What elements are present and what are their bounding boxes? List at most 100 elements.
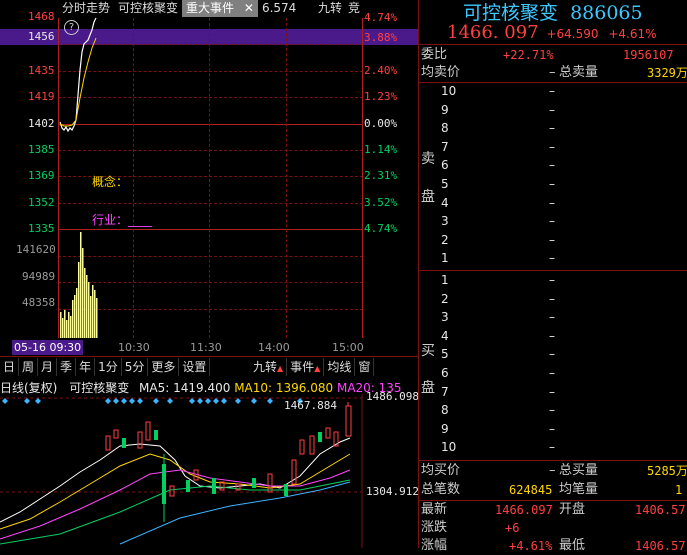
buy-level-row[interactable]: 7– — [419, 385, 687, 403]
buy-summary-row: 均买价 – 总买量 5285万 — [419, 462, 687, 480]
sell-level-number: 6 — [441, 158, 449, 173]
stat-label: 涨跌 — [421, 520, 448, 535]
stat-value: +6 — [505, 521, 520, 535]
settings-button[interactable]: 设置 — [179, 358, 211, 376]
close-icon[interactable]: ✕ — [244, 1, 254, 15]
period-5min-button[interactable]: 5分 — [122, 358, 149, 376]
window-button[interactable]: 窗 — [355, 358, 375, 376]
tab-sector-name[interactable]: 可控核聚变 — [114, 0, 182, 17]
period-1min-button[interactable]: 1分 — [95, 358, 122, 376]
sell-level-price: – — [549, 251, 555, 266]
sell-level-row[interactable]: 6– — [419, 158, 687, 176]
sell-level-row[interactable]: 1– — [419, 251, 687, 269]
buy-level-row[interactable]: 9– — [419, 422, 687, 440]
stat-value: 1 — [675, 483, 683, 497]
sell-level-row[interactable]: 9– — [419, 103, 687, 121]
more-button[interactable]: 更多 — [148, 358, 180, 376]
buy-level-row[interactable]: 4– — [419, 329, 687, 347]
buy-level-price: – — [549, 403, 555, 418]
sell-level-number: 7 — [441, 139, 449, 154]
buy-level-number: 6 — [441, 366, 449, 380]
period-month-button[interactable]: 月 — [38, 358, 58, 376]
ma-button[interactable]: 均线 — [324, 358, 356, 376]
sell-level-price: – — [549, 177, 555, 191]
tab-major-events-label: 重大事件 — [186, 1, 235, 15]
stat-label: 开盘 — [559, 502, 586, 517]
period-year-button[interactable]: 年 — [76, 358, 96, 376]
buy-level-number: 4 — [441, 328, 449, 343]
time-axis-label: 15:00 — [332, 341, 364, 354]
sell-level-price: – — [549, 84, 555, 98]
tab-auction[interactable]: 竞 — [344, 0, 364, 17]
sell-order-book: 10–9–8–7–6–5–4–3–2–1– — [419, 84, 687, 270]
total-buy-value: 5285万 — [647, 464, 687, 478]
time-axis-label: 11:30 — [190, 341, 222, 354]
quote-change: +64.590 — [546, 27, 599, 41]
buy-level-price: – — [549, 291, 555, 306]
stat-label: 最低 — [559, 538, 586, 553]
buy-level-row[interactable]: 1– — [419, 273, 687, 291]
nine-turn-button[interactable]: 九转▲ — [250, 358, 288, 376]
stat-label: 总笔数 — [421, 482, 461, 497]
buy-level-number: 7 — [441, 384, 449, 399]
sell-level-price: – — [549, 121, 555, 136]
kline-period-toolbar: 日 周 月 季 年 1分 5分 更多 设置 — [0, 358, 211, 376]
tab-major-events[interactable]: 重大事件 ✕ — [182, 0, 258, 17]
nine-turn-label: 九转 — [253, 360, 278, 374]
weibi-row: 委比 +22.71% 1956107 — [419, 46, 687, 64]
intraday-chart-panel[interactable]: 1468 1456 1435 1419 1402 1385 1369 1352 … — [0, 0, 418, 355]
buy-level-row[interactable]: 6– — [419, 366, 687, 384]
buy-level-price: – — [549, 366, 555, 380]
time-axis-label: 10:30 — [118, 341, 150, 354]
buy-level-row[interactable]: 5– — [419, 347, 687, 365]
sell-level-price: – — [549, 102, 555, 117]
sell-level-row[interactable]: 7– — [419, 140, 687, 158]
stat-label: 最新 — [421, 502, 448, 517]
kline-axis-top: 1486.098 — [366, 390, 419, 403]
period-day-button[interactable]: 日 — [0, 358, 20, 376]
sell-level-row[interactable]: 3– — [419, 214, 687, 232]
sell-level-row[interactable]: 2– — [419, 233, 687, 251]
time-axis-start: 05-16 09:30 — [12, 340, 84, 355]
tab-intraday-trend[interactable]: 分时走势 — [58, 0, 114, 17]
time-axis-label: 14:00 — [258, 341, 290, 354]
buy-level-price: – — [549, 273, 555, 287]
caret-up-icon: ▲ — [314, 364, 321, 373]
sell-level-number: 4 — [441, 195, 449, 210]
buy-level-row[interactable]: 8– — [419, 403, 687, 421]
panel-divider — [0, 356, 418, 357]
avg-price-line — [59, 37, 97, 127]
ma10-label: MA10: 1396.080 — [234, 381, 334, 395]
sell-summary-row: 均卖价 – 总卖量 3329万 — [419, 64, 687, 82]
buy-level-row[interactable]: 10 – — [419, 440, 687, 458]
buy-level-price: – — [549, 328, 555, 343]
sell-level-price: – — [549, 214, 555, 229]
buy-level-number: 1 — [441, 273, 449, 287]
buy-level-number: 8 — [441, 403, 449, 418]
events-button[interactable]: 事件▲ — [287, 358, 325, 376]
sell-level-number: 2 — [441, 232, 449, 247]
sell-level-price: – — [549, 232, 555, 247]
weibi-value: +22.71% — [503, 48, 554, 62]
buy-level-row[interactable]: 2– — [419, 292, 687, 310]
buy-level-row[interactable]: 3– — [419, 310, 687, 328]
stat-label: 涨幅 — [421, 538, 448, 553]
stat-value: +4.61% — [509, 539, 553, 553]
tab-nine-turn[interactable]: 九转 — [314, 0, 346, 17]
sell-level-number: 10 — [441, 84, 457, 98]
stat-value: 1466.097 — [495, 503, 553, 517]
period-quarter-button[interactable]: 季 — [57, 358, 77, 376]
sell-level-row[interactable]: 4– — [419, 196, 687, 214]
help-icon[interactable]: ? — [64, 20, 79, 35]
period-week-button[interactable]: 周 — [19, 358, 39, 376]
ma5-line — [0, 437, 351, 523]
sell-level-row[interactable]: 8– — [419, 121, 687, 139]
caret-up-icon: ▲ — [277, 364, 284, 373]
intraday-price-svg — [59, 17, 98, 338]
sell-level-row[interactable]: 10 – — [419, 84, 687, 102]
kline-axis-bottom: 1304.912 — [366, 485, 419, 498]
buy-level-price: – — [549, 310, 555, 325]
stats-row-change: 涨跌 +6 — [419, 519, 687, 537]
sell-level-row[interactable]: 5– — [419, 177, 687, 195]
buy-level-price: – — [549, 440, 555, 455]
